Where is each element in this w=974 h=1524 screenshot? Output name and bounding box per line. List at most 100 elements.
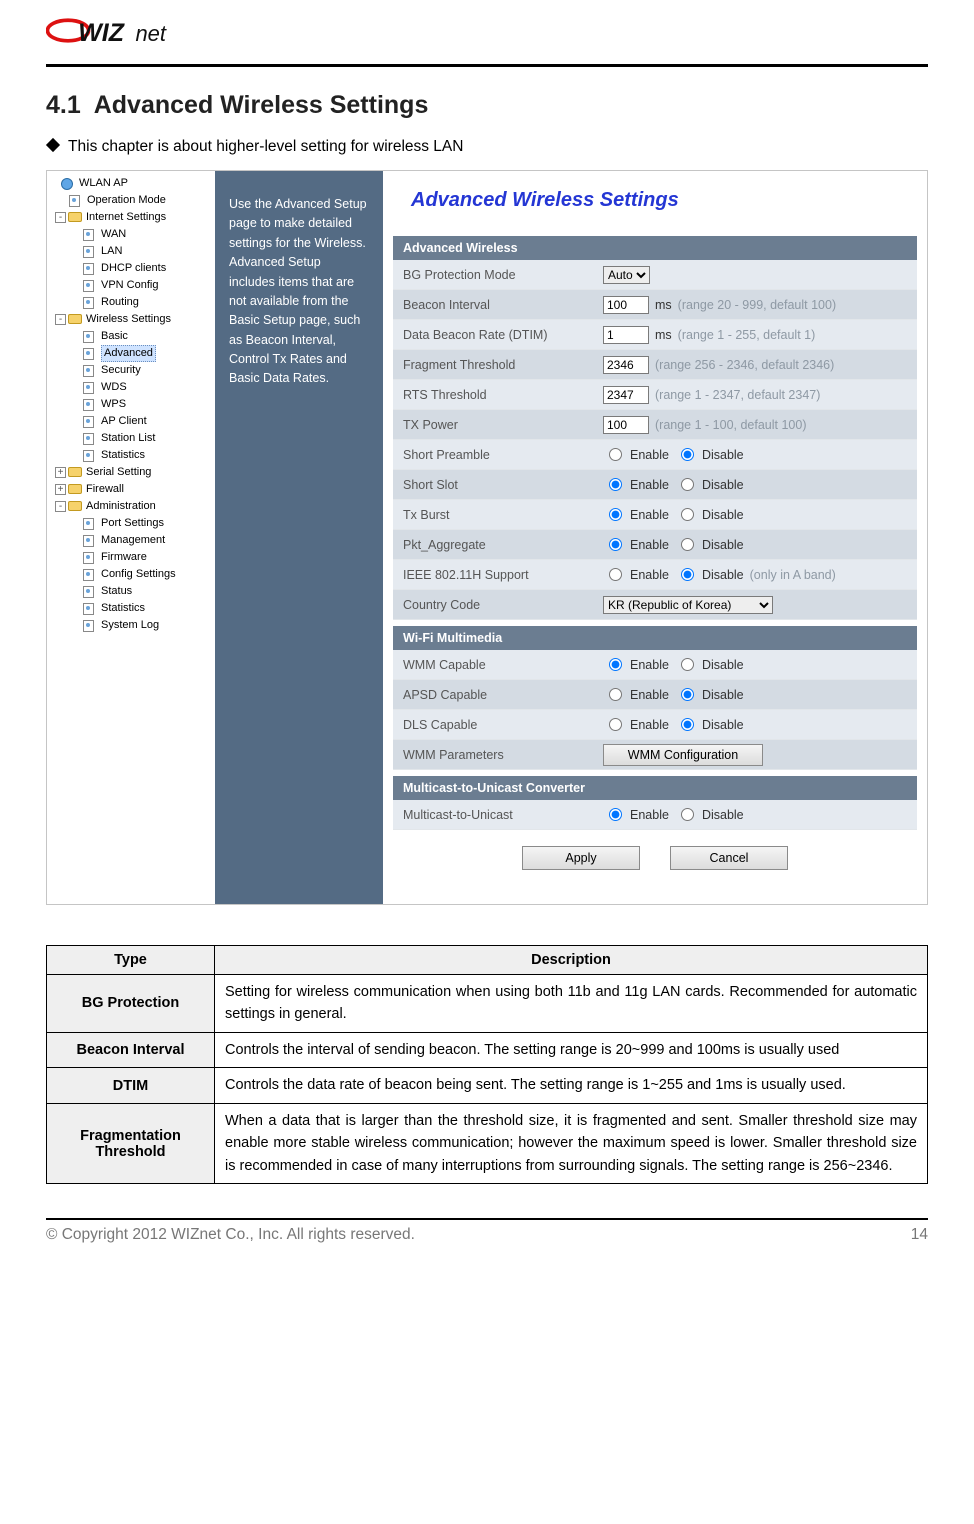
tree-item[interactable]: Station List bbox=[47, 430, 215, 447]
tree-item-label: WDS bbox=[101, 380, 127, 396]
row-wmm-parameters: WMM Parameters WMM Configuration bbox=[393, 740, 917, 770]
label-country-code: Country Code bbox=[393, 598, 603, 612]
radio-wmm-capable-enable[interactable] bbox=[609, 658, 622, 671]
tree-item[interactable]: Basic bbox=[47, 328, 215, 345]
collapse-icon[interactable]: - bbox=[55, 212, 66, 223]
wmm-configuration-button[interactable]: WMM Configuration bbox=[603, 744, 763, 766]
tree-item[interactable]: Port Settings bbox=[47, 515, 215, 532]
tree-item[interactable]: WPS bbox=[47, 396, 215, 413]
tree-item[interactable]: Statistics bbox=[47, 600, 215, 617]
tree-root-label: WLAN AP bbox=[79, 176, 128, 192]
table-row: DTIMControls the data rate of beacon bei… bbox=[47, 1068, 928, 1103]
tree-item[interactable]: VPN Config bbox=[47, 277, 215, 294]
radio-tx-burst-enable[interactable] bbox=[609, 508, 622, 521]
radio-apsd-capable-disable[interactable] bbox=[681, 688, 694, 701]
page-icon bbox=[83, 416, 97, 428]
nav-tree: WLAN AP Operation Mode-Internet Settings… bbox=[47, 171, 215, 904]
tree-item[interactable]: +Firewall bbox=[47, 481, 215, 498]
tree-item[interactable]: -Wireless Settings bbox=[47, 311, 215, 328]
tree-item[interactable]: LAN bbox=[47, 243, 215, 260]
tree-item[interactable]: System Log bbox=[47, 617, 215, 634]
cancel-button[interactable]: Cancel bbox=[670, 846, 788, 870]
label-beacon-interval: Beacon Interval bbox=[393, 298, 603, 312]
page-icon bbox=[83, 348, 97, 360]
tree-item[interactable]: Operation Mode bbox=[47, 192, 215, 209]
label-tx-burst: Tx Burst bbox=[393, 508, 603, 522]
label-short-slot: Short Slot bbox=[393, 478, 603, 492]
tree-item[interactable]: Status bbox=[47, 583, 215, 600]
opt-enable: Enable bbox=[630, 688, 669, 702]
tree-item[interactable]: Statistics bbox=[47, 447, 215, 464]
collapse-icon[interactable]: - bbox=[55, 501, 66, 512]
input-beacon-interval[interactable] bbox=[603, 296, 649, 314]
label-rts-threshold: RTS Threshold bbox=[393, 388, 603, 402]
input-rts-threshold[interactable] bbox=[603, 386, 649, 404]
radio-wmm-capable-disable[interactable] bbox=[681, 658, 694, 671]
tree-root[interactable]: WLAN AP bbox=[47, 175, 215, 192]
radio-short-slot-disable[interactable] bbox=[681, 478, 694, 491]
radio-pkt-aggregate-enable[interactable] bbox=[609, 538, 622, 551]
expand-icon[interactable]: + bbox=[55, 484, 66, 495]
row-short-slot: Short Slot Enable Disable bbox=[393, 470, 917, 500]
tree-item[interactable]: Management bbox=[47, 532, 215, 549]
label-fragment-threshold: Fragment Threshold bbox=[393, 358, 603, 372]
tree-item[interactable]: WDS bbox=[47, 379, 215, 396]
description-table: Type Description BG ProtectionSetting fo… bbox=[46, 945, 928, 1184]
row-beacon-interval: Beacon Interval ms (range 20 - 999, defa… bbox=[393, 290, 917, 320]
radio-ieee80211h-enable[interactable] bbox=[609, 568, 622, 581]
opt-enable: Enable bbox=[630, 538, 669, 552]
opt-disable: Disable bbox=[702, 478, 744, 492]
input-fragment-threshold[interactable] bbox=[603, 356, 649, 374]
footer-page-number: 14 bbox=[911, 1226, 928, 1244]
select-bg-protection[interactable]: Auto bbox=[603, 266, 650, 284]
label-wmm-capable: WMM Capable bbox=[393, 658, 603, 672]
hint-tx-power: (range 1 - 100, default 100) bbox=[655, 418, 807, 432]
page-icon bbox=[83, 535, 97, 547]
cell-description: When a data that is larger than the thre… bbox=[215, 1103, 928, 1183]
footer-copyright: © Copyright 2012 WIZnet Co., Inc. All ri… bbox=[46, 1226, 415, 1244]
row-short-preamble: Short Preamble Enable Disable bbox=[393, 440, 917, 470]
input-tx-power[interactable] bbox=[603, 416, 649, 434]
bullet-diamond-icon bbox=[46, 138, 60, 152]
expand-icon[interactable]: + bbox=[55, 467, 66, 478]
page-icon bbox=[83, 450, 97, 462]
radio-ieee80211h-disable[interactable] bbox=[681, 568, 694, 581]
apply-button[interactable]: Apply bbox=[522, 846, 640, 870]
tree-item[interactable]: WAN bbox=[47, 226, 215, 243]
cell-type: Fragmentation Threshold bbox=[47, 1103, 215, 1183]
wmm-header: Wi-Fi Multimedia bbox=[393, 626, 917, 650]
tree-item-label: AP Client bbox=[101, 414, 147, 430]
radio-short-preamble-enable[interactable] bbox=[609, 448, 622, 461]
tree-item[interactable]: Advanced bbox=[47, 345, 215, 362]
radio-apsd-capable-enable[interactable] bbox=[609, 688, 622, 701]
opt-disable: Disable bbox=[702, 508, 744, 522]
tree-item[interactable]: Security bbox=[47, 362, 215, 379]
tree-item[interactable]: DHCP clients bbox=[47, 260, 215, 277]
label-tx-power: TX Power bbox=[393, 418, 603, 432]
th-type: Type bbox=[47, 946, 215, 975]
radio-dls-capable-disable[interactable] bbox=[681, 718, 694, 731]
radio-m2u-disable[interactable] bbox=[681, 808, 694, 821]
tree-item[interactable]: -Administration bbox=[47, 498, 215, 515]
label-pkt-aggregate: Pkt_Aggregate bbox=[393, 538, 603, 552]
page-icon bbox=[83, 229, 97, 241]
radio-m2u-enable[interactable] bbox=[609, 808, 622, 821]
hint-fragment-threshold: (range 256 - 2346, default 2346) bbox=[655, 358, 834, 372]
tree-item[interactable]: Config Settings bbox=[47, 566, 215, 583]
tree-item[interactable]: Firmware bbox=[47, 549, 215, 566]
radio-short-slot-enable[interactable] bbox=[609, 478, 622, 491]
radio-tx-burst-disable[interactable] bbox=[681, 508, 694, 521]
select-country-code[interactable]: KR (Republic of Korea) bbox=[603, 596, 773, 614]
row-apsd-capable: APSD Capable Enable Disable bbox=[393, 680, 917, 710]
radio-dls-capable-enable[interactable] bbox=[609, 718, 622, 731]
tree-item[interactable]: +Serial Setting bbox=[47, 464, 215, 481]
row-tx-burst: Tx Burst Enable Disable bbox=[393, 500, 917, 530]
tree-item[interactable]: AP Client bbox=[47, 413, 215, 430]
tree-item[interactable]: Routing bbox=[47, 294, 215, 311]
radio-pkt-aggregate-disable[interactable] bbox=[681, 538, 694, 551]
collapse-icon[interactable]: - bbox=[55, 314, 66, 325]
input-dtim[interactable] bbox=[603, 326, 649, 344]
radio-short-preamble-disable[interactable] bbox=[681, 448, 694, 461]
tree-item[interactable]: -Internet Settings bbox=[47, 209, 215, 226]
row-tx-power: TX Power (range 1 - 100, default 100) bbox=[393, 410, 917, 440]
